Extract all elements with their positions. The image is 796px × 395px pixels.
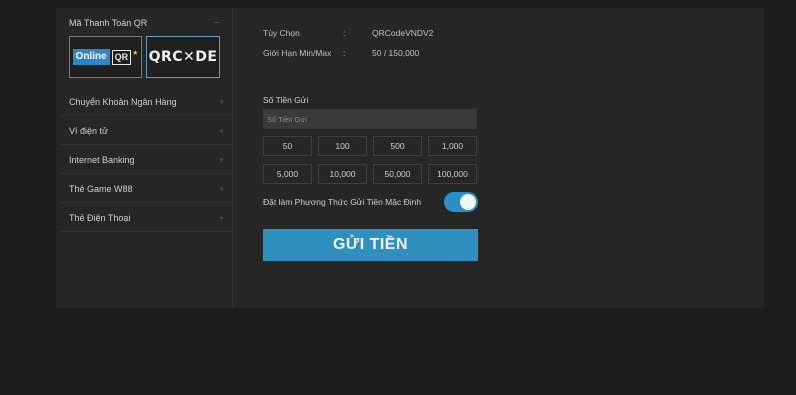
sidebar-item-internet-banking[interactable]: Internet Banking + [60, 146, 232, 174]
qrcode-logo: QRC✕DE [148, 49, 218, 65]
preset-amount-button[interactable]: 5,000 [263, 164, 312, 184]
sidebar-item-label: Thẻ Game W88 [69, 183, 133, 194]
expand-icon: + [218, 154, 224, 165]
sidebar-item-bank-transfer[interactable]: Chuyển Khoản Ngân Hàng + [60, 88, 232, 116]
sidebar-item-label: Thẻ Điện Thoại [69, 212, 131, 223]
default-method-label: Đặt làm Phương Thức Gửi Tiền Mặc Định [263, 197, 422, 207]
payment-method-sidebar: Mã Thanh Toán QR − Online QR ★ QRC✕DE Ch… [56, 8, 233, 308]
amount-label: Số Tiền Gửi [263, 95, 309, 105]
default-method-toggle[interactable] [444, 192, 478, 212]
online-qr-option[interactable]: Online QR ★ [69, 36, 142, 78]
expand-icon: + [218, 96, 224, 107]
sidebar-item-phone-card[interactable]: Thẻ Điện Thoại + [60, 204, 232, 232]
preset-amount-button[interactable]: 50 [263, 136, 312, 156]
option-value: QRCodeVNDV2 [372, 28, 434, 38]
qrcode-option[interactable]: QRC✕DE [146, 36, 220, 78]
preset-amount-button[interactable]: 500 [373, 136, 422, 156]
preset-amount-button[interactable]: 100 [318, 136, 367, 156]
deposit-submit-button[interactable]: GỬI TIỀN [263, 229, 478, 261]
option-separator: : [343, 28, 346, 38]
sidebar-item-game-card[interactable]: Thẻ Game W88 + [60, 175, 232, 203]
expand-icon: + [218, 212, 224, 223]
expand-icon: + [218, 125, 224, 136]
preset-amount-button[interactable]: 10,000 [318, 164, 367, 184]
sidebar-item-label: Internet Banking [69, 154, 135, 165]
preset-amount-button[interactable]: 50,000 [373, 164, 422, 184]
sidebar-item-e-wallet[interactable]: Ví điện tử + [60, 117, 232, 145]
online-qr-logo: Online QR ★ [72, 49, 139, 65]
sidebar-item-label: Chuyển Khoản Ngân Hàng [69, 96, 177, 107]
online-qr-logo-text: Online [72, 49, 110, 65]
toggle-knob [460, 194, 476, 210]
deposit-panel: Mã Thanh Toán QR − Online QR ★ QRC✕DE Ch… [56, 8, 764, 308]
collapse-icon[interactable]: − [214, 18, 220, 29]
preset-amount-button[interactable]: 1,000 [428, 136, 477, 156]
limit-value: 50 / 150,000 [372, 48, 420, 58]
limit-label: Giới Hạn Min/Max [263, 48, 332, 58]
qr-payment-header[interactable]: Mã Thanh Toán QR − [60, 14, 232, 32]
preset-amount-button[interactable]: 100,000 [428, 164, 477, 184]
sidebar-item-label: Ví điện tử [69, 125, 109, 136]
qr-payment-header-label: Mã Thanh Toán QR [69, 18, 148, 28]
star-icon: ★ [132, 50, 139, 57]
option-label: Tùy Chọn [263, 28, 300, 38]
limit-separator: : [343, 48, 346, 58]
amount-input[interactable] [263, 109, 477, 129]
expand-icon: + [218, 183, 224, 194]
online-qr-logo-qr: QR [111, 49, 132, 65]
